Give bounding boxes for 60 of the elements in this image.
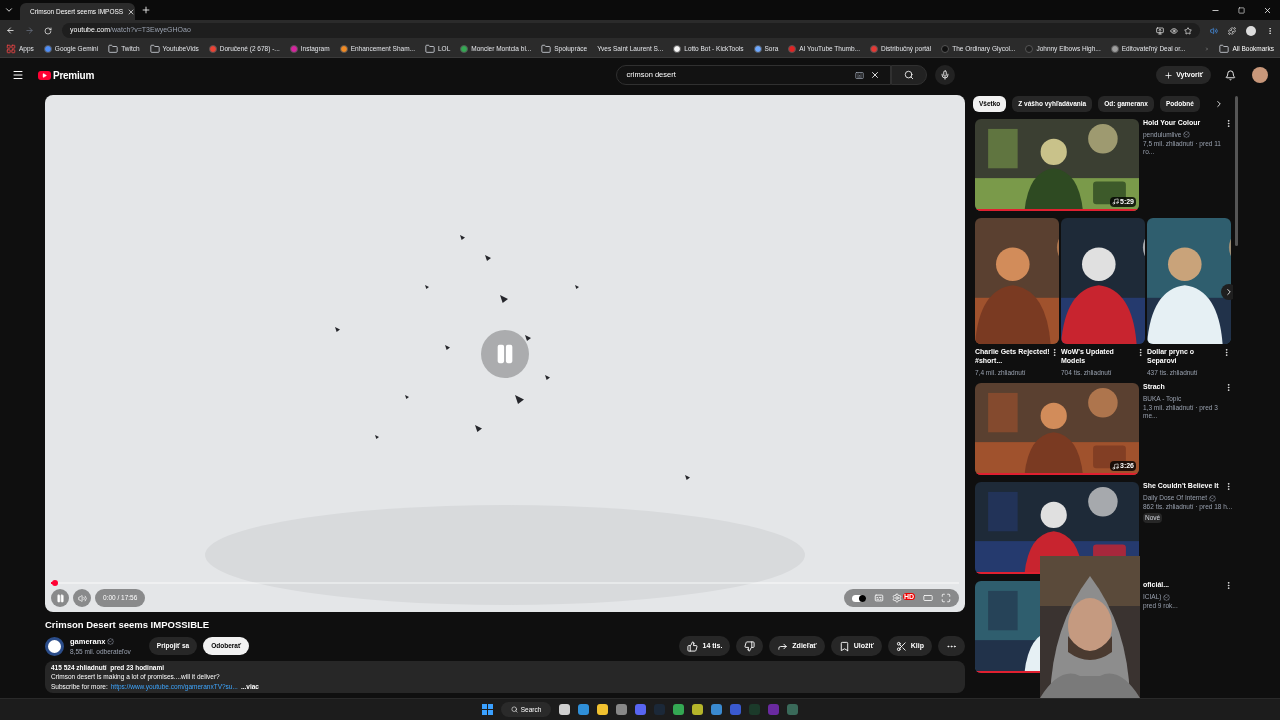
restore-icon[interactable] <box>1238 6 1245 14</box>
back-icon[interactable] <box>6 26 15 35</box>
search-icon <box>903 70 914 80</box>
windows-start-icon[interactable] <box>481 704 493 715</box>
clip-icon <box>895 640 907 652</box>
next-button[interactable] <box>1221 284 1233 300</box>
more-icon[interactable] <box>1224 482 1233 492</box>
volume-icon <box>77 593 87 603</box>
menu-icon[interactable] <box>1266 26 1274 35</box>
more-icon[interactable] <box>1222 348 1231 357</box>
music-note-icon <box>1112 462 1119 470</box>
menu-icon[interactable] <box>12 69 24 81</box>
dislike-icon <box>744 640 756 652</box>
tab-search-icon[interactable] <box>4 5 14 15</box>
more-button[interactable] <box>938 636 965 657</box>
logo-icon <box>38 70 51 80</box>
verified-icon <box>107 637 115 645</box>
channel-avatar[interactable] <box>45 636 64 656</box>
volume-button[interactable] <box>73 589 91 607</box>
video-title: Crimson Desert seems IMPOSSIBLE <box>45 618 211 632</box>
voice-search-button[interactable] <box>934 65 955 85</box>
more-icon[interactable] <box>1224 119 1233 128</box>
new-tab-icon[interactable] <box>141 5 151 15</box>
audio-icon[interactable] <box>1210 26 1218 35</box>
autoplay-toggle[interactable] <box>851 594 866 602</box>
dislike-button[interactable] <box>736 636 764 657</box>
subtitles-icon[interactable] <box>873 593 884 603</box>
music-note-icon <box>1112 198 1119 206</box>
reload-icon[interactable] <box>44 26 52 35</box>
mic-icon <box>939 70 950 80</box>
more-icon[interactable] <box>1050 348 1059 357</box>
like-icon <box>687 640 699 652</box>
profile-avatar[interactable] <box>1252 67 1268 83</box>
clear-icon[interactable] <box>869 70 880 80</box>
more-icon[interactable] <box>1224 581 1233 591</box>
verified-icon <box>1183 131 1191 139</box>
cast-icon[interactable] <box>1156 26 1164 35</box>
notifications-icon[interactable] <box>1225 69 1236 81</box>
miniplayer-icon[interactable] <box>923 593 933 603</box>
close-icon[interactable] <box>1263 5 1272 15</box>
bookmark-star-icon[interactable] <box>1184 26 1192 35</box>
more-icon[interactable] <box>1136 348 1145 357</box>
search-icon <box>510 706 518 713</box>
verified-icon <box>1208 494 1216 502</box>
keyboard-icon[interactable] <box>854 70 864 80</box>
apps-icon <box>6 44 16 54</box>
plus-icon <box>1164 70 1174 80</box>
profile-avatar[interactable] <box>1246 25 1256 36</box>
youtube-logo[interactable]: Premium <box>38 67 95 83</box>
chevron-right-icon <box>1224 287 1233 297</box>
more-icon[interactable] <box>1224 383 1233 393</box>
eye-icon[interactable] <box>1170 26 1178 35</box>
pause-icon <box>55 593 65 603</box>
progress-thumb[interactable] <box>51 580 58 586</box>
pause-button[interactable] <box>51 589 69 607</box>
search-button[interactable] <box>890 65 927 85</box>
extensions-icon[interactable] <box>1228 26 1236 35</box>
verified-icon <box>1163 593 1171 601</box>
close-icon[interactable] <box>127 7 136 16</box>
save-icon <box>838 640 850 652</box>
